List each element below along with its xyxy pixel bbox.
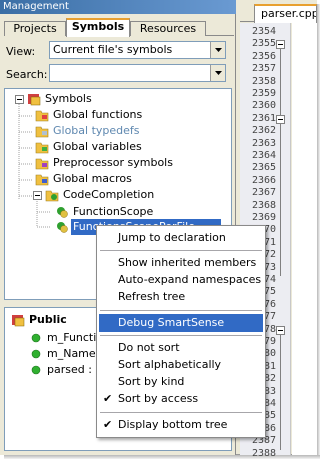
checkmark-icon: ✔ <box>103 418 113 431</box>
chevron-down-icon[interactable] <box>210 42 225 58</box>
member-item[interactable]: parsed : b <box>47 362 102 378</box>
line-number: 2366 <box>252 174 277 186</box>
menu-item-auto-expand-namespaces[interactable]: Auto-expand namespaces <box>99 271 263 289</box>
editor-tabs: parser.cpp <box>240 0 317 23</box>
menu-item-label: Sort by access <box>118 392 199 405</box>
line-number: 2355 <box>252 38 277 50</box>
symbols-root-icon <box>27 92 41 106</box>
checkmark-icon: ✔ <box>103 392 113 405</box>
menu-separator <box>100 250 262 251</box>
line-number: 2361 <box>252 112 277 124</box>
global-typedefs-icon <box>35 124 49 138</box>
line-number: 2360 <box>252 100 277 112</box>
fold-line <box>280 123 281 276</box>
class-icon <box>55 220 69 234</box>
menu-item-do-not-sort[interactable]: Do not sort <box>99 339 263 357</box>
line-number: 2388 <box>252 447 277 459</box>
menu-item-sort-by-kind[interactable]: Sort by kind <box>99 373 263 391</box>
view-label: View: <box>6 45 36 58</box>
context-menu: Jump to declaration Show inherited membe… <box>96 225 266 438</box>
line-number: 2362 <box>252 125 277 137</box>
menu-item-debug-smartsense[interactable]: Debug SmartSense <box>99 314 263 332</box>
tree-node-codecompletion[interactable]: CodeCompletion <box>63 187 154 203</box>
menu-item-label: Display bottom tree <box>118 418 228 431</box>
line-number: 2354 <box>252 26 277 37</box>
menu-item-sort-alphabetically[interactable]: Sort alphabetically <box>99 356 263 374</box>
line-number: 2364 <box>252 150 277 161</box>
global-functions-icon <box>35 108 49 122</box>
global-variables-icon <box>35 140 49 154</box>
menu-item-show-inherited-members[interactable]: Show inherited members <box>99 254 263 272</box>
chevron-down-icon[interactable] <box>210 65 225 81</box>
tree-node-global-variables[interactable]: Global variables <box>53 139 142 155</box>
collapse-icon[interactable] <box>15 95 24 104</box>
global-macros-icon <box>35 172 49 186</box>
class-icon <box>55 205 69 219</box>
tab-resources[interactable]: Resources <box>130 21 206 36</box>
line-number: 2357 <box>252 63 277 75</box>
tree-node-global-functions[interactable]: Global functions <box>53 107 142 123</box>
fold-line <box>280 49 281 115</box>
line-number: 2365 <box>252 162 277 174</box>
tree-node-global-typedefs[interactable]: Global typedefs <box>53 123 140 139</box>
tab-projects[interactable]: Projects <box>4 21 66 36</box>
preprocessor-icon <box>35 156 49 170</box>
menu-separator <box>100 310 262 311</box>
menu-item-refresh-tree[interactable]: Refresh tree <box>99 288 263 306</box>
panel-title: Management <box>0 0 236 14</box>
menu-item-jump-to-declaration[interactable]: Jump to declaration <box>99 229 263 247</box>
tab-symbols[interactable]: Symbols <box>66 18 130 37</box>
menu-separator <box>100 335 262 336</box>
fold-line <box>280 334 281 450</box>
tree-node-global-macros[interactable]: Global macros <box>53 171 132 187</box>
editor-tab-parser[interactable]: parser.cpp <box>254 4 317 23</box>
namespace-icon <box>45 188 59 202</box>
collapse-icon[interactable] <box>33 191 42 200</box>
view-select-value: Current file's symbols <box>53 43 173 56</box>
menu-item-display-bottom-tree[interactable]: ✔ Display bottom tree <box>99 416 263 434</box>
fold-toggle-icon[interactable] <box>276 325 285 335</box>
line-number: 2363 <box>252 137 277 149</box>
member-item[interactable]: m_NameS <box>47 346 103 362</box>
line-number: 2368 <box>252 199 277 211</box>
tree-node-preprocessor[interactable]: Preprocessor symbols <box>53 155 173 171</box>
tree-node-functionscope[interactable]: FunctionScope <box>73 204 153 220</box>
search-label: Search: <box>6 68 48 81</box>
search-input[interactable] <box>49 64 226 82</box>
member-item[interactable]: m_Functio <box>47 330 103 346</box>
line-number: 2356 <box>252 50 277 62</box>
line-number: 2369 <box>252 212 277 223</box>
code-area[interactable] <box>292 23 317 455</box>
member-bullets <box>31 333 41 375</box>
menu-item-sort-by-access[interactable]: ✔ Sort by access <box>99 390 263 408</box>
view-select[interactable]: Current file's symbols <box>49 41 226 59</box>
panel-tabs: Projects Symbols Resources <box>4 18 234 37</box>
line-number: 2358 <box>252 75 277 87</box>
line-number: 2367 <box>252 187 277 199</box>
menu-separator <box>100 412 262 413</box>
fold-toggle-icon[interactable] <box>276 114 285 124</box>
line-number: 2359 <box>252 88 277 99</box>
fold-toggle-icon[interactable] <box>276 40 285 50</box>
tree-node-symbols[interactable]: Symbols <box>45 91 92 107</box>
